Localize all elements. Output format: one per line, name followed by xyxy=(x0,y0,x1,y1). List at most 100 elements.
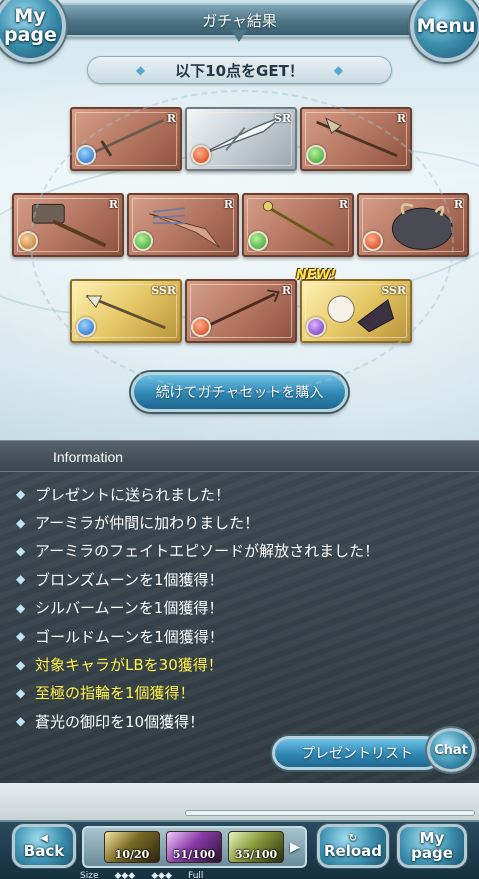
chat-button-label: Chat xyxy=(434,742,468,758)
size-controls: Size ◆◆◆ ◆◆◆ Full xyxy=(80,871,330,879)
card-frame xyxy=(247,198,349,252)
mypage-bottom-label: My page xyxy=(411,829,453,862)
diamond-bullet-icon: ◆ xyxy=(16,657,26,672)
get-banner: ◆ 以下10点をGET！ ◆ xyxy=(87,56,392,84)
diamond-bullet-icon: ◆ xyxy=(16,600,26,615)
item-card[interactable]: R xyxy=(12,193,124,257)
item-card[interactable]: R xyxy=(185,279,297,343)
wind-element-icon xyxy=(133,231,153,251)
card-frame xyxy=(190,112,292,166)
diamond-bullet-icon: ◆ xyxy=(16,543,26,558)
silver-spear-artwork-icon xyxy=(197,115,283,157)
diamond-bullet-icon: ◆ xyxy=(16,685,26,700)
mypage-button-bottom[interactable]: My page xyxy=(397,824,467,868)
card-frame xyxy=(75,284,177,338)
information-title: Information xyxy=(53,449,124,465)
item-card[interactable]: R xyxy=(300,107,412,171)
earth-element-icon xyxy=(18,231,38,251)
panel-divider xyxy=(185,810,475,816)
list-item: ◆ ゴールドムーンを1個獲得！ xyxy=(16,622,471,650)
rarity-badge: SR xyxy=(273,112,291,125)
message-text: アーミラのフェイトエピソードが解放されました！ xyxy=(35,542,380,561)
reload-button[interactable]: ↻ Reload xyxy=(317,824,389,868)
information-panel: Information ◆ プレゼントに送られました！ ◆ アーミラが仲間に加わりま… xyxy=(0,440,479,820)
item-card[interactable]: R xyxy=(242,193,354,257)
wind-element-icon xyxy=(248,231,268,251)
expand-arrow-icon[interactable]: ▶ xyxy=(290,840,300,855)
item-card[interactable]: SSR xyxy=(70,279,182,343)
ep-gauge: 35/100 xyxy=(228,831,284,863)
chat-button[interactable]: Chat xyxy=(427,728,475,772)
claw-artwork-icon xyxy=(149,207,220,248)
list-item-highlighted: ◆ 至極の指輪を1個獲得！ xyxy=(16,679,471,707)
list-item: ◆ ブロンズムーンを1個獲得！ xyxy=(16,565,471,593)
list-item: ◆ アーミラが仲間に加わりました！ xyxy=(16,508,471,536)
get-banner-text: 以下10点をGET！ xyxy=(175,61,304,80)
message-text: アーミラが仲間に加わりました！ xyxy=(35,514,260,533)
card-frame xyxy=(362,198,464,252)
item-card[interactable]: R xyxy=(127,193,239,257)
fire-element-icon xyxy=(191,317,211,337)
list-item: ◆ 蒼光の御印を10個獲得！ xyxy=(16,707,471,735)
back-button-label: Back xyxy=(23,841,65,860)
menu-button-label: Menu xyxy=(416,14,476,37)
card-frame xyxy=(190,284,292,338)
message-text: 対象キャラがLBを30獲得！ xyxy=(35,656,223,675)
mypage-button-top[interactable]: My page xyxy=(0,0,66,62)
rarity-badge: R xyxy=(338,198,348,211)
water-element-icon xyxy=(76,145,96,165)
ep-gauge-value: 35/100 xyxy=(234,848,278,861)
diamond-bullet-icon: ◆ xyxy=(16,572,26,587)
back-button[interactable]: ◀ Back xyxy=(12,824,76,868)
size-label: Size xyxy=(80,871,99,879)
continue-gacha-button[interactable]: 続けてガチャセットを購入 xyxy=(131,372,348,412)
card-frame xyxy=(75,112,177,166)
card-frame xyxy=(17,198,119,252)
present-list-button[interactable]: プレゼントリスト xyxy=(272,736,442,770)
item-card[interactable]: R xyxy=(70,107,182,171)
trident-artwork-icon xyxy=(206,289,280,328)
item-card[interactable]: R xyxy=(357,193,469,257)
size-dots[interactable]: ◆◆◆ xyxy=(151,871,172,879)
rarity-badge: SSR xyxy=(151,284,176,297)
water-element-icon xyxy=(76,317,96,337)
mypage-button-label: My page xyxy=(4,5,57,46)
gacha-result-stage: ガチャ結果 My page Menu ◆ 以下10点をGET！ ◆ R SR R… xyxy=(0,0,479,440)
message-text: プレゼントに送られました！ xyxy=(35,485,231,504)
rarity-badge: R xyxy=(223,198,233,211)
ap-gauge: 10/20 xyxy=(104,831,160,863)
wind-element-icon xyxy=(306,145,326,165)
bp-gauge-value: 51/100 xyxy=(172,848,216,861)
rarity-badge: R xyxy=(453,198,463,211)
item-card[interactable]: SSR xyxy=(300,279,412,343)
ap-gauge-value: 10/20 xyxy=(114,848,150,861)
staff-artwork-icon xyxy=(262,201,335,247)
card-frame xyxy=(305,112,407,166)
message-text: 至極の指輪を1個獲得！ xyxy=(35,684,195,703)
list-item: ◆ プレゼントに送られました！ xyxy=(16,480,471,508)
size-dots[interactable]: ◆◆◆ xyxy=(114,871,135,879)
stamina-gauges[interactable]: 10/20 51/100 35/100 ▶ xyxy=(82,826,307,868)
diamond-icon: ◆ xyxy=(135,63,146,77)
list-item-highlighted: ◆ 対象キャラがLBを30獲得！ xyxy=(16,650,471,678)
bp-gauge: 51/100 xyxy=(166,831,222,863)
menu-button[interactable]: Menu xyxy=(410,0,479,62)
message-text: 蒼光の御印を10個獲得！ xyxy=(35,712,205,731)
diamond-icon: ◆ xyxy=(333,63,344,77)
item-card[interactable]: SR xyxy=(185,107,297,171)
message-text: シルバームーンを1個獲得！ xyxy=(35,599,224,618)
card-frame xyxy=(305,284,407,338)
page-title: ガチャ結果 xyxy=(202,11,277,30)
full-label[interactable]: Full xyxy=(188,871,203,879)
message-text: ゴールドムーンを1個獲得！ xyxy=(35,627,224,646)
fire-element-icon xyxy=(363,231,383,251)
message-text: ブロンズムーンを1個獲得！ xyxy=(35,570,224,589)
new-badge: NEW! xyxy=(296,268,337,283)
diamond-bullet-icon: ◆ xyxy=(16,487,26,502)
rarity-badge: R xyxy=(281,284,291,297)
diamond-bullet-icon: ◆ xyxy=(16,714,26,729)
rarity-badge: R xyxy=(396,112,406,125)
bottom-nav: ◀ Back 10/20 51/100 35/100 ▶ ↻ Reload My… xyxy=(0,820,479,879)
reload-button-label: Reload xyxy=(323,841,383,860)
present-list-label: プレゼントリスト xyxy=(301,746,413,762)
